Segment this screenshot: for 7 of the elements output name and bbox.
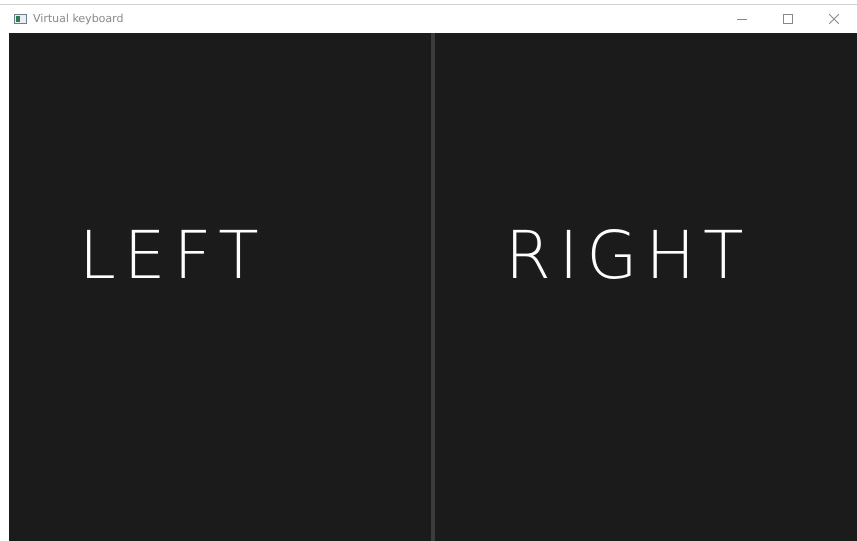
panel-label: RIGHT <box>505 223 752 289</box>
app-icon <box>14 14 27 24</box>
panel-label: LEFT <box>79 223 267 289</box>
window-title: Virtual keyboard <box>33 10 124 27</box>
maximize-icon <box>783 14 793 24</box>
close-icon <box>829 14 839 24</box>
minimize-icon <box>737 18 747 20</box>
